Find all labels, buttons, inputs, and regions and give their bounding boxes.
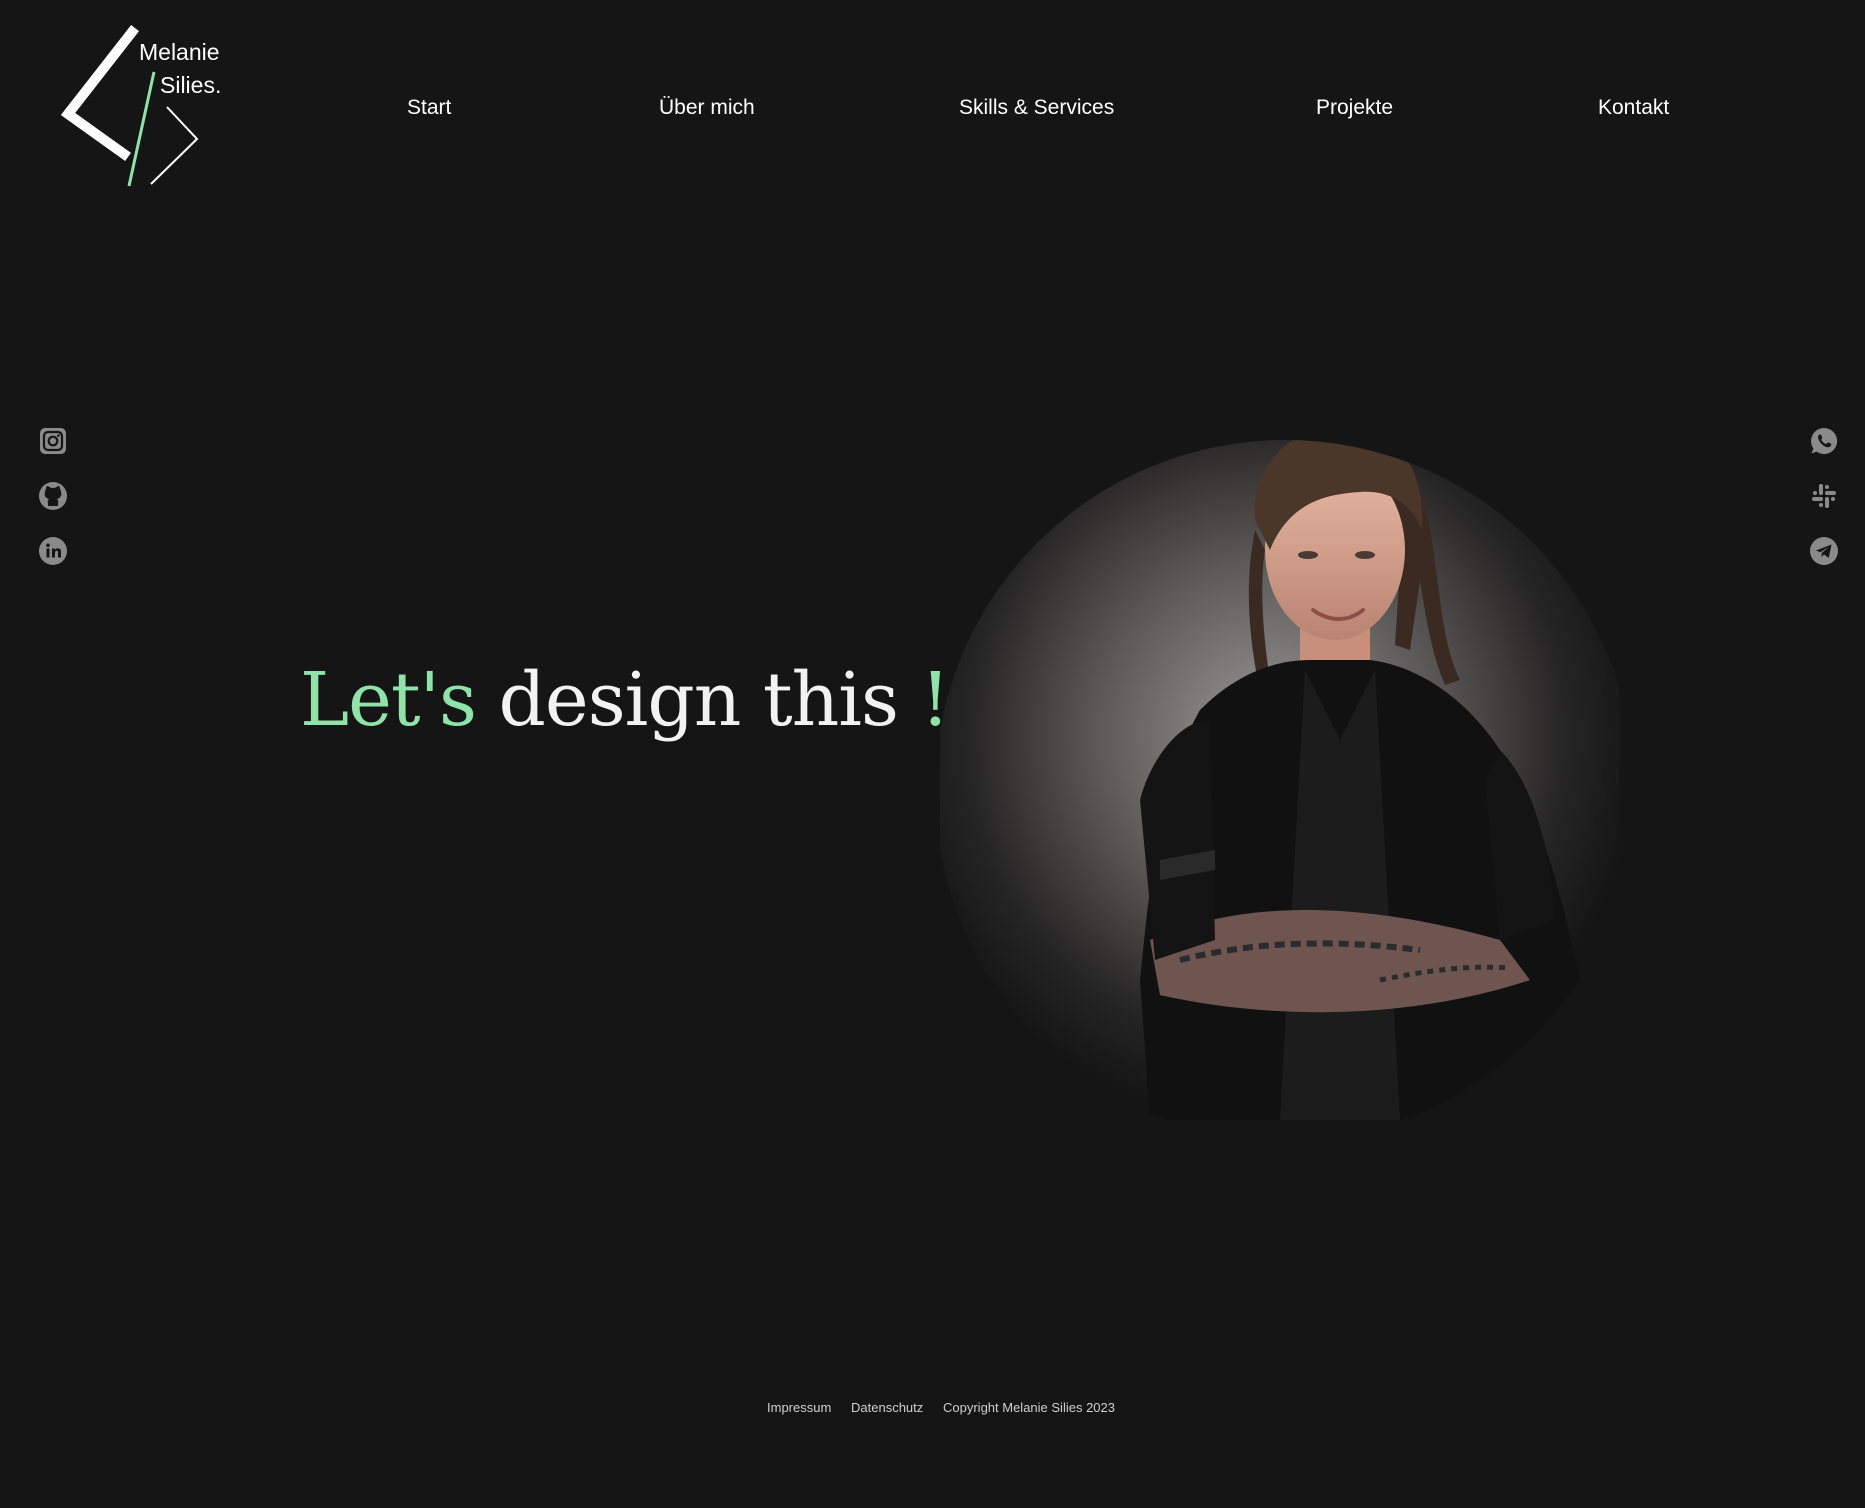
headline-accent-word: Let's: [300, 657, 477, 743]
footer-impressum-link[interactable]: Impressum: [767, 1400, 831, 1415]
nav-item-projects[interactable]: Projekte: [1316, 96, 1393, 120]
logo-first-name: Melanie: [139, 39, 220, 65]
main-navigation: Start Über mich Skills & Services Projek…: [0, 96, 1865, 126]
portrait-photo: [940, 420, 1620, 1120]
nav-item-about[interactable]: Über mich: [659, 96, 755, 120]
linkedin-icon[interactable]: [37, 535, 69, 567]
footer-datenschutz-link[interactable]: Datenschutz: [851, 1400, 923, 1415]
nav-item-start[interactable]: Start: [407, 96, 451, 120]
hero-headline: Let's design this !: [300, 657, 950, 743]
slack-icon[interactable]: [1808, 480, 1840, 512]
site-footer: Impressum Datenschutz Copyright Melanie …: [0, 1400, 1865, 1420]
nav-item-contact[interactable]: Kontakt: [1598, 96, 1669, 120]
nav-item-skills-services[interactable]: Skills & Services: [959, 96, 1114, 120]
footer-copyright: Copyright Melanie Silies 2023: [943, 1400, 1115, 1415]
headline-main-text: design this: [498, 657, 899, 743]
github-icon[interactable]: [37, 480, 69, 512]
logo-last-name: Silies.: [160, 72, 222, 98]
instagram-icon[interactable]: [37, 425, 69, 457]
whatsapp-icon[interactable]: [1808, 425, 1840, 457]
telegram-icon[interactable]: [1808, 535, 1840, 567]
